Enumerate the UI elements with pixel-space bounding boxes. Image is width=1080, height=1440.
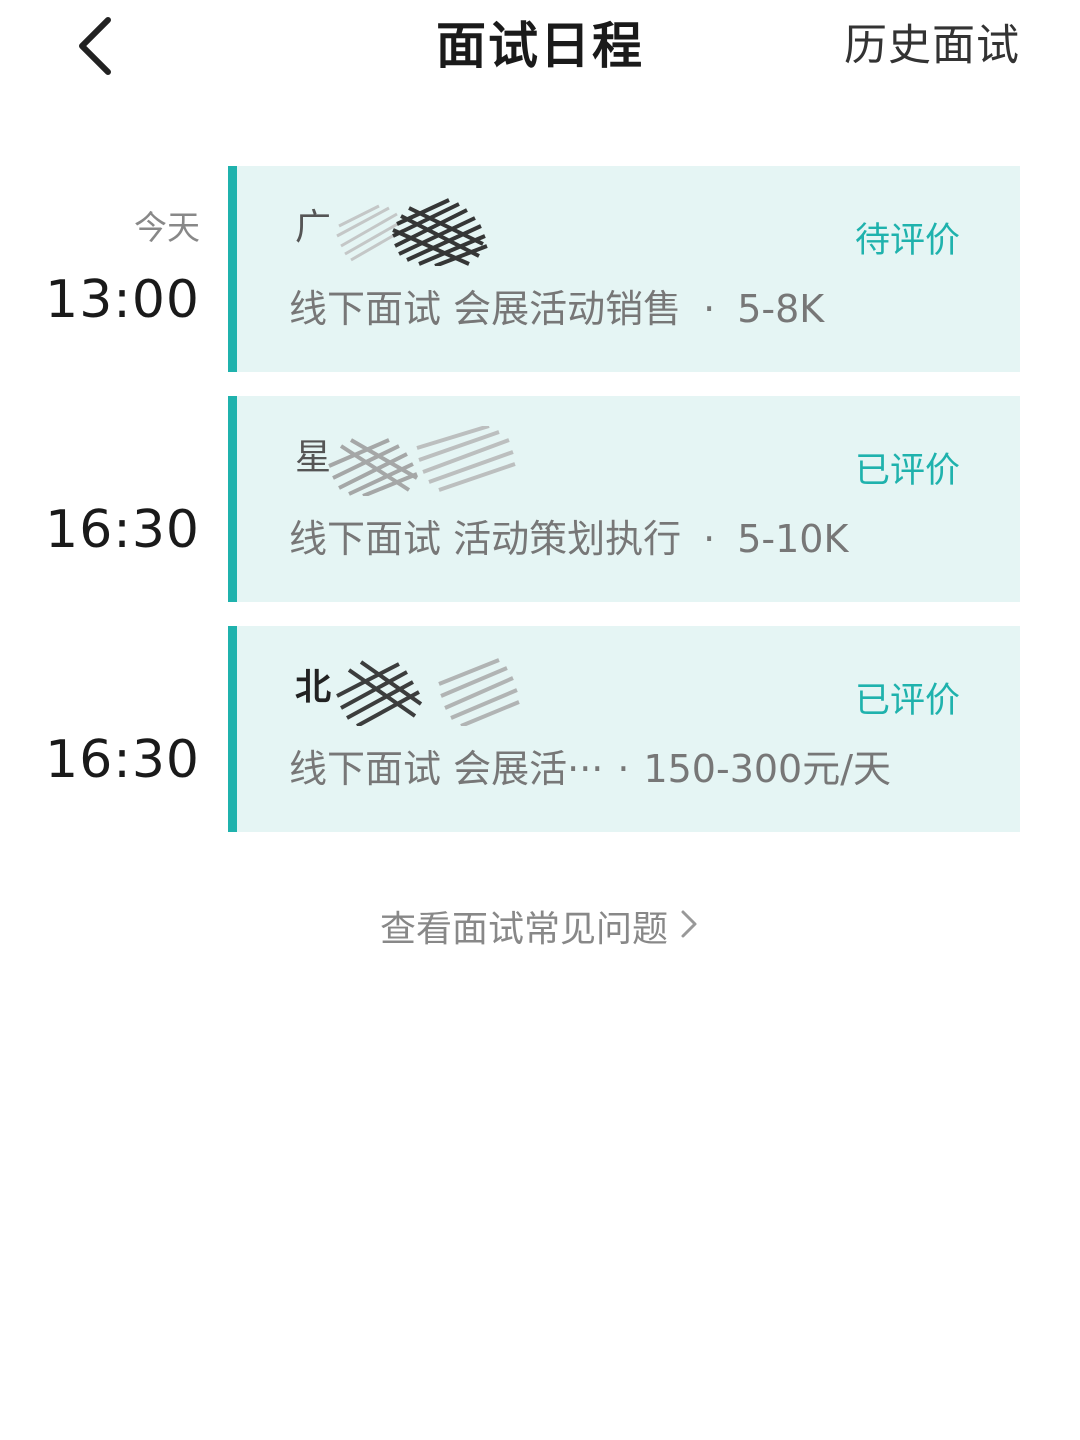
evaluation-status: 待评价: [854, 221, 960, 261]
job-position: 会展活···: [453, 747, 604, 791]
separator-dot: ·: [703, 517, 716, 561]
redaction-scribble: [328, 426, 516, 496]
interview-time: 16:30: [45, 500, 200, 560]
company-name-redacted: 广: [289, 196, 539, 266]
schedule-time-block: 今天 13:00: [0, 208, 200, 330]
day-label: 今天: [134, 208, 200, 247]
schedule-time-block: 16:30: [0, 500, 200, 560]
separator-dot: ·: [617, 747, 630, 791]
interview-type: 线下面试: [289, 517, 442, 561]
chevron-right-icon: [678, 906, 700, 956]
salary: 5-10K: [737, 517, 849, 561]
redaction-scribble: [336, 658, 520, 726]
interview-card[interactable]: 北 已评价 线下面试 会展活··· · 150-300元/天: [228, 626, 1020, 832]
evaluation-status: 已评价: [854, 451, 960, 491]
interview-details: 线下面试 会展活动销售 · 5-8K: [289, 284, 979, 334]
faq-label: 查看面试常见问题: [379, 909, 668, 950]
redaction-scribble: [336, 198, 488, 266]
interview-type: 线下面试: [289, 287, 442, 331]
job-position: 会展活动销售: [453, 287, 682, 331]
interview-details: 线下面试 活动策划执行 · 5-10K: [289, 514, 979, 564]
interview-faq-link[interactable]: 查看面试常见问题: [0, 905, 1080, 956]
separator-dot: ·: [703, 287, 716, 331]
schedule-time-block: 16:30: [0, 730, 200, 790]
interview-type: 线下面试: [289, 747, 442, 791]
history-interviews-button[interactable]: 历史面试: [844, 18, 1020, 74]
interview-time: 16:30: [45, 730, 200, 790]
company-name-redacted: 星: [289, 426, 539, 496]
job-position: 活动策划执行: [453, 517, 682, 561]
evaluation-status: 已评价: [854, 681, 960, 721]
salary: 150-300元/天: [643, 747, 892, 791]
salary: 5-8K: [737, 287, 825, 331]
interview-time: 13:00: [45, 270, 200, 330]
interview-details: 线下面试 会展活··· · 150-300元/天: [289, 744, 979, 794]
top-navigation-bar: 面试日程 历史面试: [0, 0, 1080, 100]
interview-card[interactable]: 广 待评价 线下面试 会展活动销售 · 5-8K: [228, 166, 1020, 372]
company-name-redacted: 北: [289, 656, 539, 726]
interview-card[interactable]: 星 已评价 线下面试 活动策划执行 · 5-10K: [228, 396, 1020, 602]
